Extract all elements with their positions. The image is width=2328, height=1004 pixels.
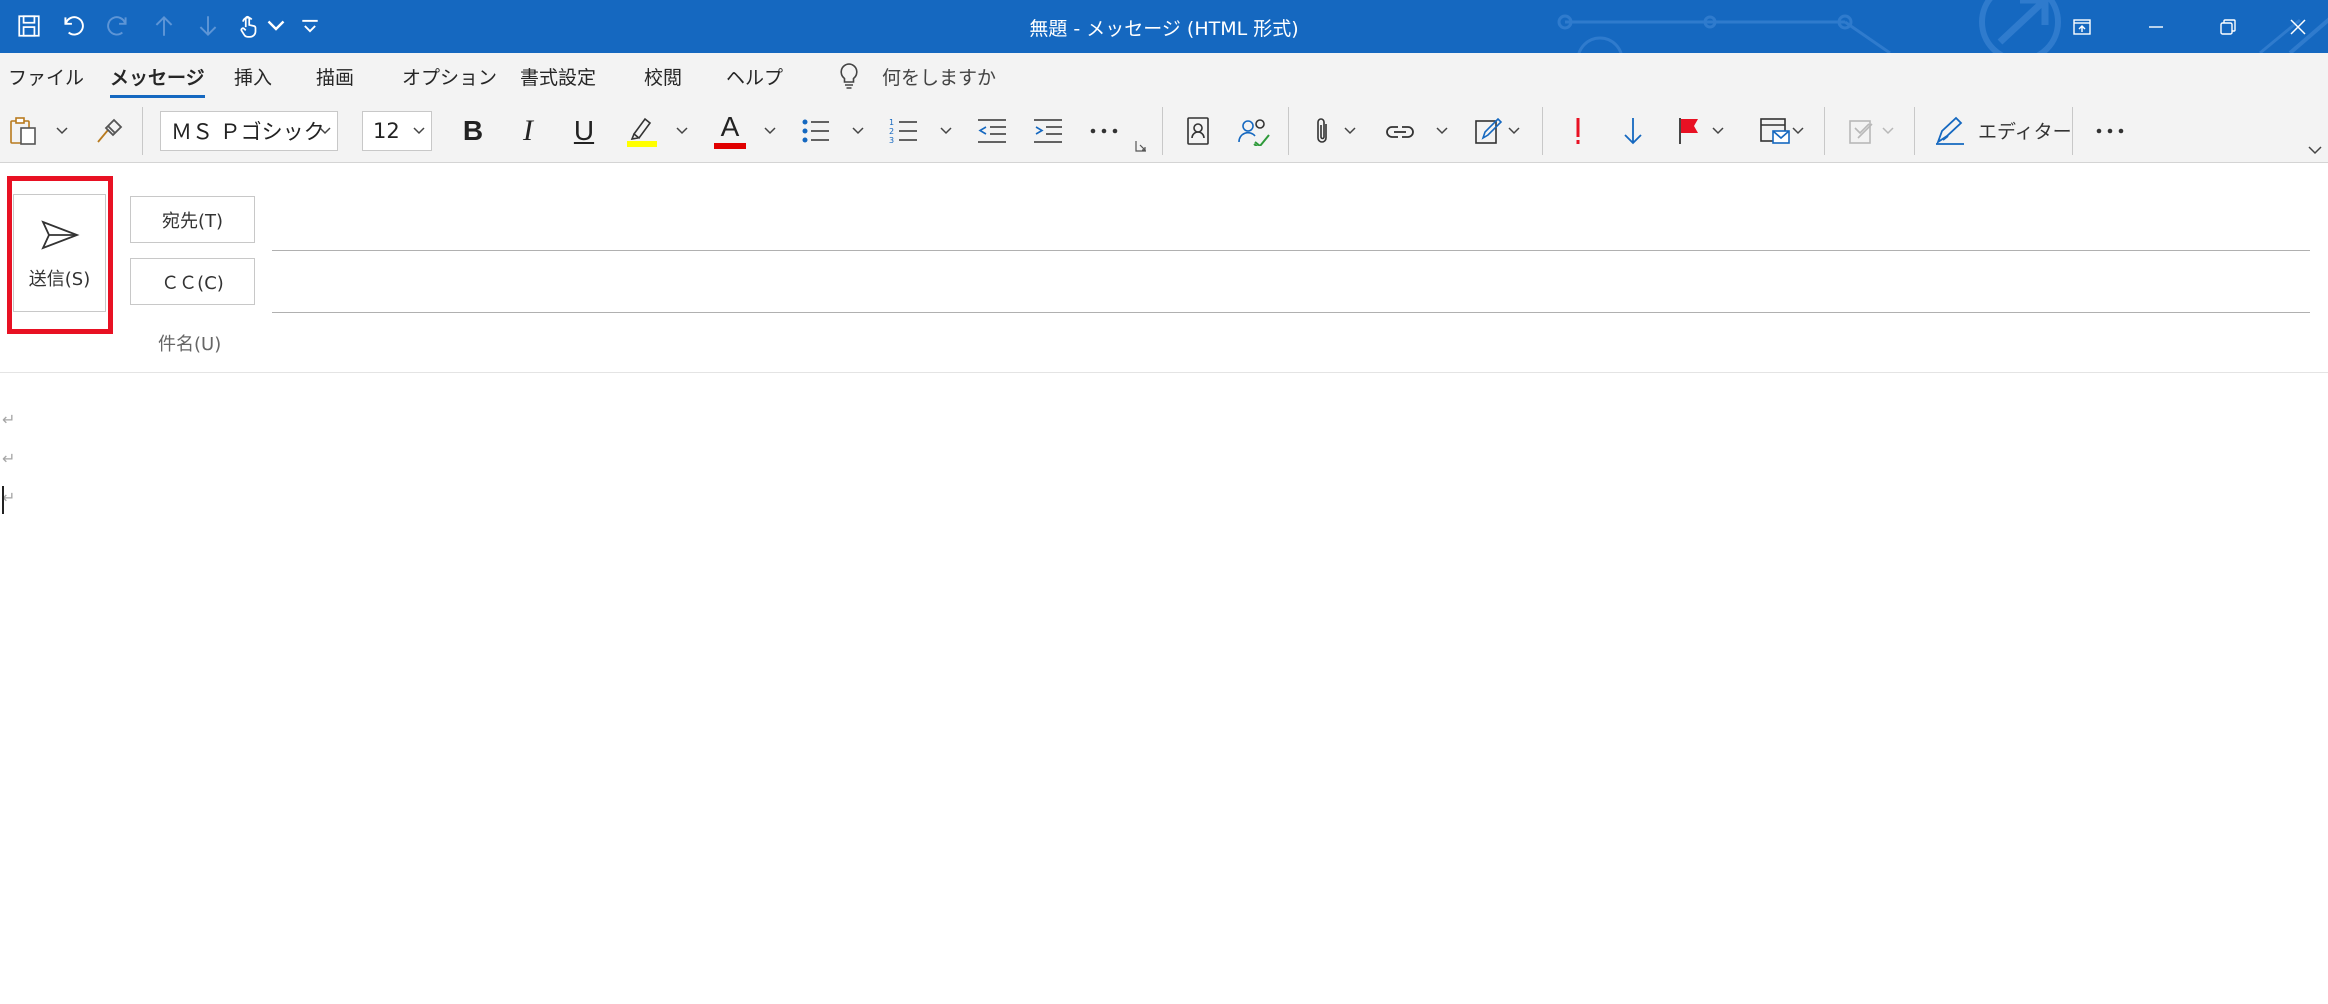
paste-icon[interactable] xyxy=(6,109,40,153)
paragraph-mark: ↵ xyxy=(2,449,16,468)
font-color-button[interactable]: A xyxy=(710,109,750,153)
send-icon xyxy=(40,220,80,250)
subject-label: 件名(U) xyxy=(158,334,222,355)
chevron-down-icon[interactable] xyxy=(1790,109,1806,153)
tab-draw[interactable]: 描画 xyxy=(316,63,354,90)
format-painter-icon[interactable] xyxy=(92,109,126,153)
title-bar: 無題 - メッセージ (HTML 形式) xyxy=(0,0,2328,53)
send-label: 送信(S) xyxy=(28,269,91,290)
restore-icon[interactable] xyxy=(2194,0,2262,53)
font-color-icon: A xyxy=(720,111,740,142)
chevron-down-icon xyxy=(319,127,331,135)
toolbar-separator xyxy=(1914,107,1915,155)
ribbon-tabs: ファイル メッセージ 挿入 描画 オプション 書式設定 校閲 ヘルプ xyxy=(0,53,2328,99)
paragraph-mark: ↵ xyxy=(2,488,16,507)
svg-text:3: 3 xyxy=(889,136,894,145)
tab-message[interactable]: メッセージ xyxy=(110,63,205,98)
chevron-down-icon[interactable] xyxy=(762,109,778,153)
font-name-select[interactable]: ＭＳ Ｐゴシック xyxy=(160,111,338,151)
toolbar-separator xyxy=(142,107,143,155)
check-names-icon[interactable] xyxy=(1234,109,1274,153)
toolbar-separator xyxy=(1824,107,1825,155)
font-size-select[interactable]: 12 xyxy=(362,111,432,151)
tab-format[interactable]: 書式設定 xyxy=(520,63,596,90)
window-title: 無題 - メッセージ (HTML 形式) xyxy=(1029,18,1299,40)
link-icon[interactable] xyxy=(1380,109,1420,153)
chevron-down-icon[interactable] xyxy=(1434,109,1450,153)
toolbar-separator xyxy=(1542,107,1543,155)
follow-up-flag-icon[interactable] xyxy=(1672,109,1706,153)
address-book-icon[interactable] xyxy=(1180,109,1216,153)
templates-icon[interactable] xyxy=(1756,109,1794,153)
tab-insert[interactable]: 挿入 xyxy=(234,63,272,90)
highlight-color-button[interactable] xyxy=(622,109,662,153)
cc-field[interactable] xyxy=(272,312,2310,313)
dialog-launcher-icon[interactable] xyxy=(1134,139,1148,153)
font-name-value: ＭＳ Ｐゴシック xyxy=(171,120,325,144)
font-size-value: 12 xyxy=(373,119,400,143)
chevron-down-icon[interactable] xyxy=(1880,109,1896,153)
chevron-down-icon xyxy=(413,127,425,135)
toolbar-separator xyxy=(1288,107,1289,155)
signature-icon[interactable] xyxy=(1470,109,1506,153)
bullets-icon[interactable] xyxy=(798,109,834,153)
close-icon[interactable] xyxy=(2264,0,2328,53)
lightbulb-icon[interactable] xyxy=(838,62,860,90)
chevron-down-icon[interactable] xyxy=(54,109,70,153)
editor-icon[interactable] xyxy=(1930,109,1970,153)
chevron-down-icon[interactable] xyxy=(674,109,690,153)
toolbar-separator xyxy=(1162,107,1163,155)
ribbon-display-options-icon[interactable] xyxy=(2048,0,2116,53)
to-field[interactable] xyxy=(272,250,2310,251)
chevron-down-icon[interactable] xyxy=(850,109,866,153)
tell-me-search[interactable]: 何をしますか xyxy=(882,63,996,90)
increase-indent-icon[interactable] xyxy=(1030,109,1066,153)
minimize-icon[interactable] xyxy=(2122,0,2190,53)
more-font-options-icon[interactable] xyxy=(1086,109,1122,153)
chevron-down-icon[interactable] xyxy=(1506,109,1522,153)
italic-icon: I xyxy=(523,114,533,147)
underline-button[interactable]: U xyxy=(566,109,602,153)
chevron-down-icon[interactable] xyxy=(938,109,954,153)
italic-button[interactable]: I xyxy=(510,109,546,153)
numbering-icon[interactable]: 123 xyxy=(886,109,922,153)
tab-help[interactable]: ヘルプ xyxy=(726,63,783,90)
cc-button[interactable]: ＣＣ(C) xyxy=(130,258,255,305)
svg-text:1: 1 xyxy=(889,118,894,127)
chevron-down-icon[interactable] xyxy=(1710,109,1726,153)
header-divider xyxy=(0,372,2328,373)
text-cursor xyxy=(2,486,4,514)
ribbon-collapse-icon[interactable] xyxy=(2306,143,2324,157)
bold-icon: B xyxy=(462,115,484,146)
svg-text:2: 2 xyxy=(889,127,894,136)
tab-review[interactable]: 校閲 xyxy=(644,63,682,90)
underline-icon: U xyxy=(573,115,595,146)
low-importance-icon[interactable] xyxy=(1616,109,1650,153)
more-commands-icon[interactable] xyxy=(2092,109,2128,153)
chevron-down-icon[interactable] xyxy=(1342,109,1358,153)
toolbar-separator xyxy=(2072,107,2073,155)
attach-file-icon[interactable] xyxy=(1306,109,1338,153)
tab-options[interactable]: オプション xyxy=(402,63,497,90)
font-color-swatch xyxy=(714,143,746,149)
to-button[interactable]: 宛先(T) xyxy=(130,196,255,243)
tab-file[interactable]: ファイル xyxy=(8,63,84,90)
paragraph-mark: ↵ xyxy=(2,410,16,429)
sensitivity-icon[interactable] xyxy=(1844,109,1880,153)
decrease-indent-icon[interactable] xyxy=(974,109,1010,153)
editor-label[interactable]: エディター xyxy=(1978,117,2072,144)
send-button[interactable]: 送信(S) xyxy=(13,194,106,312)
bold-button[interactable]: B xyxy=(455,109,491,153)
high-importance-icon[interactable] xyxy=(1562,109,1594,153)
